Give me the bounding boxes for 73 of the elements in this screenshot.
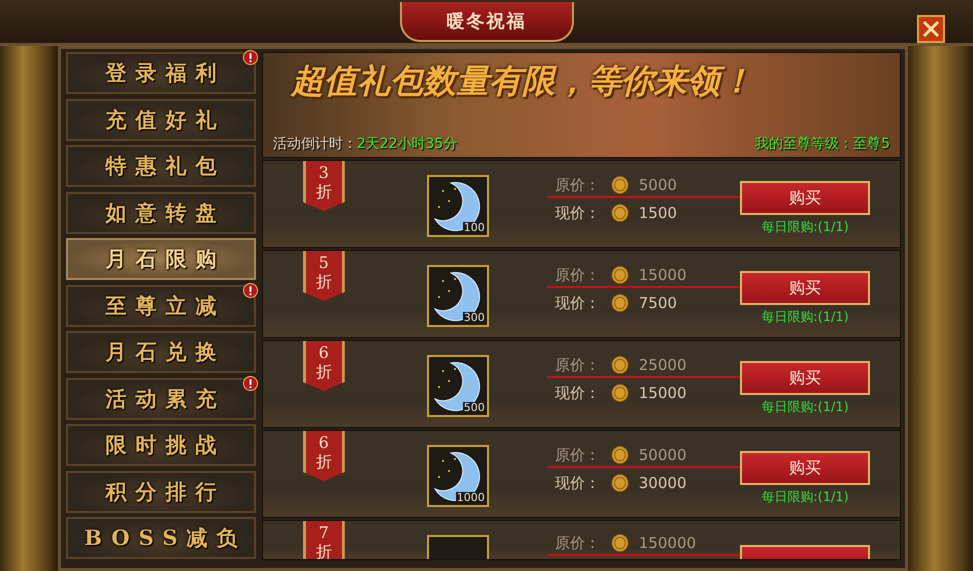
item-slot[interactable]: 100 [426, 175, 489, 237]
price-label: 原价： [554, 446, 601, 464]
coin-icon [610, 383, 629, 403]
item-quantity: 500 [462, 402, 486, 414]
current-price: 15000 [638, 384, 688, 402]
price-label: 原价： [554, 176, 601, 194]
buy-button[interactable]: 购买 [740, 361, 870, 395]
discount-unit: 折 [316, 452, 332, 471]
discount-value: 3 [318, 163, 329, 182]
daily-limit: 每日限购:(1/1) [760, 309, 850, 326]
discount-value: 5 [318, 253, 329, 272]
coin-icon [610, 203, 629, 223]
sidebar-tab[interactable]: 活动累充 [66, 378, 256, 420]
price-label: 原价： [554, 356, 601, 374]
item-slot[interactable]: 1000 [426, 445, 489, 507]
coin-icon [610, 445, 629, 465]
sidebar-tab[interactable]: 特惠礼包 [66, 145, 256, 187]
discount-value: 6 [318, 343, 329, 362]
rank-level: 我的至尊等级：至尊5 [755, 135, 890, 153]
sidebar-tab[interactable]: 限时挑战 [66, 424, 256, 466]
price-label: 现价： [554, 384, 601, 402]
exclamation-icon [242, 50, 258, 65]
window-title: 暖冬祝福 [400, 2, 574, 42]
item-quantity: 100 [462, 222, 486, 234]
discount-unit: 折 [316, 362, 332, 381]
close-button[interactable] [917, 15, 945, 43]
item-slot[interactable]: 500 [426, 355, 489, 417]
coin-icon [610, 355, 629, 375]
buy-button[interactable]: 购买 [740, 181, 870, 215]
item-slot[interactable]: 300 [426, 265, 489, 327]
price-label: 现价： [554, 474, 601, 492]
price-label: 现价： [554, 204, 601, 222]
countdown-value: 2天22小时35分 [356, 136, 458, 152]
coin-icon [610, 293, 629, 313]
sidebar-tab[interactable]: 积分排行 [66, 470, 256, 512]
current-price: 30000 [638, 474, 688, 492]
exclamation-icon [242, 282, 258, 298]
coin-icon [610, 473, 629, 493]
coin-icon [610, 265, 629, 285]
daily-limit: 每日限购:(1/1) [760, 219, 850, 236]
sidebar-tab[interactable]: 月石兑换 [66, 331, 256, 373]
original-price: 150000 [638, 534, 698, 552]
original-price: 15000 [638, 266, 688, 284]
discount-value: 6 [318, 433, 329, 452]
discount-value: 7 [318, 523, 329, 542]
coin-icon [610, 533, 629, 553]
buy-button[interactable]: 购买 [740, 271, 870, 305]
exclamation-icon [242, 376, 258, 390]
price-label: 现价： [554, 294, 601, 312]
current-price: 1500 [638, 204, 678, 222]
sidebar-tab[interactable]: 至尊立减 [66, 284, 256, 326]
item-quantity: 1000 [456, 492, 486, 504]
price-label: 原价： [554, 266, 601, 284]
discount-unit: 折 [316, 542, 332, 559]
original-price: 50000 [638, 446, 688, 464]
daily-limit: 每日限购:(1/1) [760, 489, 850, 506]
sidebar-tab[interactable]: 月石限购 [66, 238, 256, 280]
buy-button[interactable]: 购买 [740, 451, 870, 485]
item-quantity: 300 [462, 312, 486, 324]
banner-headline: 超值礼包数量有限，等你来领！ [289, 60, 754, 102]
countdown-label: 活动倒计时： [272, 136, 357, 152]
sidebar-tab[interactable]: BOSS减负 [66, 517, 256, 559]
original-price: 5000 [638, 176, 678, 194]
daily-limit: 每日限购:(1/1) [760, 399, 850, 416]
discount-unit: 折 [316, 182, 332, 201]
sidebar-tab[interactable]: 登录福利 [66, 52, 256, 94]
sidebar-tab[interactable]: 如意转盘 [66, 192, 256, 234]
coin-icon [610, 175, 629, 195]
current-price: 7500 [638, 294, 678, 312]
original-price: 25000 [638, 356, 688, 374]
price-label: 原价： [554, 534, 601, 552]
discount-unit: 折 [316, 272, 332, 291]
sidebar-tab[interactable]: 充值好礼 [66, 98, 256, 140]
